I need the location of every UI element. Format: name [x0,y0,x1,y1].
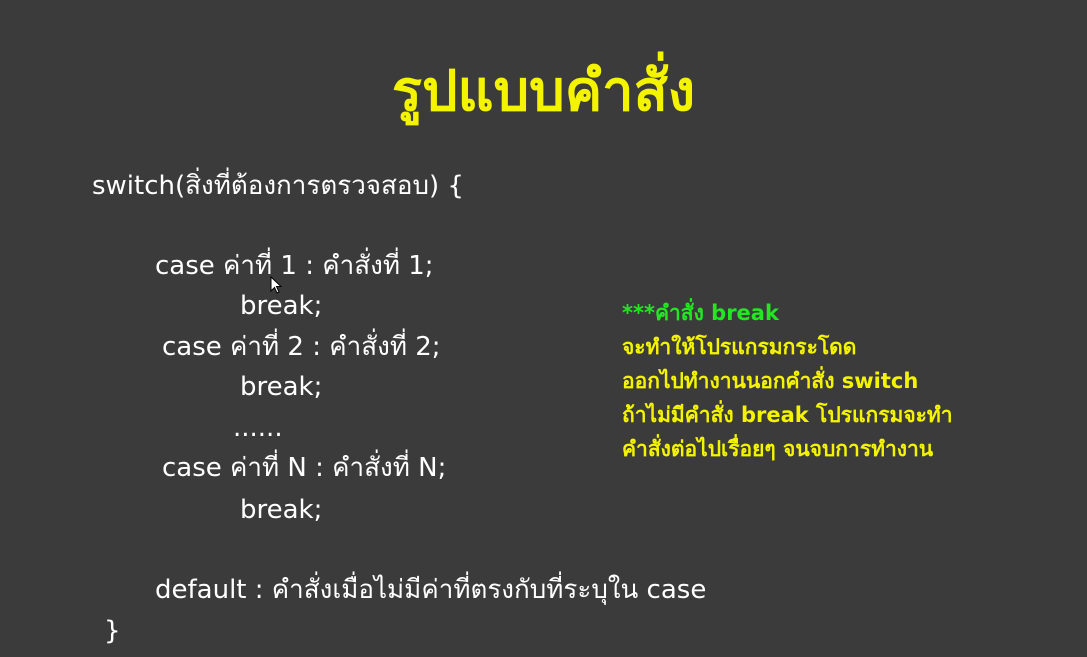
code-line-case-1: case ค่าที่ 1 : คำสั่งที่ 1; [155,251,434,281]
code-line-break-n: break; [240,495,323,525]
break-note-heading: ***คำสั่ง break [622,301,779,325]
code-line-break-2: break; [240,372,323,402]
break-note-line: จะทำให้โปรแกรมกระโดด [622,335,857,359]
code-line-case-n: case ค่าที่ N : คำสั่งที่ N; [162,453,447,483]
break-note-line: ออกไปทำงานนอกคำสั่ง switch [622,369,919,393]
code-line-case-2: case ค่าที่ 2 : คำสั่งที่ 2; [162,332,441,362]
break-note-line: ถ้าไม่มีคำสั่ง break โปรแกรมจะทำ [622,403,953,427]
code-line-switch: switch(สิ่งที่ต้องการตรวจสอบ) { [92,171,464,201]
break-note: ***คำสั่ง break จะทำให้โปรแกรมกระโดด ออก… [622,296,953,466]
slide-title: รูปแบบคำสั่ง [391,59,696,124]
code-line-default: default : คำสั่งเมื่อไม่มีค่าที่ตรงกับที… [155,575,707,605]
code-line-ellipsis: ...... [233,413,283,443]
mouse-pointer-icon [270,276,282,294]
code-line-closing-brace: } [104,616,121,646]
slide: รูปแบบคำสั่ง switch(สิ่งที่ต้องการตรวจสอ… [0,0,1087,657]
break-note-line: คำสั่งต่อไปเรื่อยๆ จนจบการทำงาน [622,437,934,461]
